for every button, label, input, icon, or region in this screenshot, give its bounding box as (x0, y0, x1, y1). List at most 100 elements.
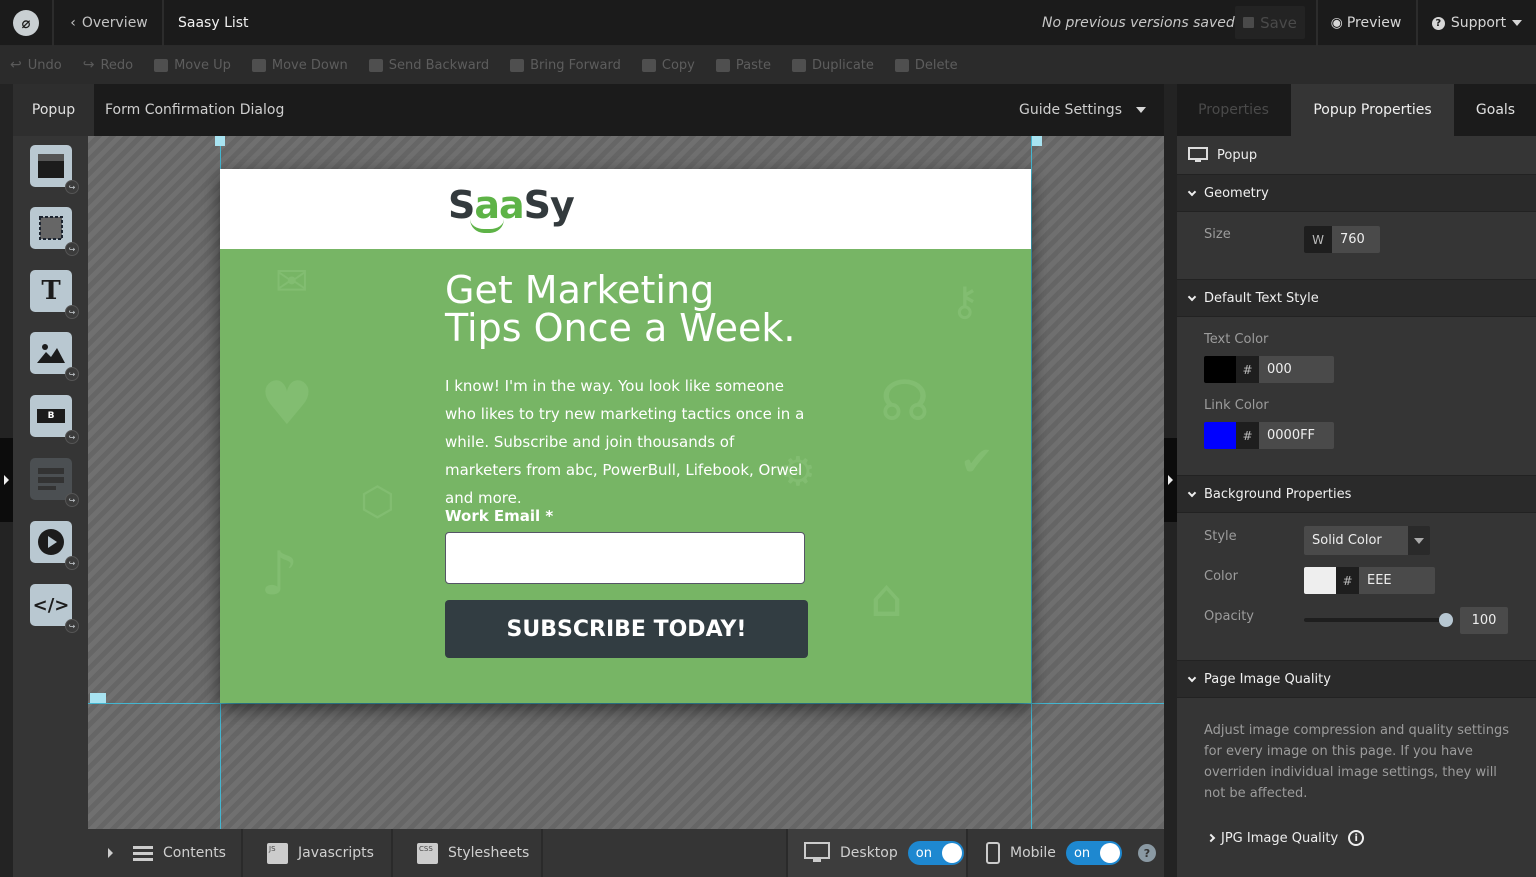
right-panel-toggle[interactable] (1164, 438, 1177, 522)
move-down-button[interactable]: Move Down (251, 58, 348, 73)
guide-handle-right[interactable] (1032, 136, 1042, 146)
tab-popup-properties[interactable]: Popup Properties (1291, 84, 1454, 136)
link-color-field[interactable]: # 0000FF (1204, 422, 1334, 449)
text-color-field[interactable]: # 000 (1204, 356, 1334, 383)
bg-color-field[interactable]: # EEE (1304, 567, 1435, 594)
text-tool[interactable]: T ↪ (30, 270, 79, 319)
opacity-slider[interactable] (1304, 613, 1453, 627)
chevron-down-icon (1187, 673, 1197, 682)
jpg-quality-toggle[interactable]: JPG Image Quality i (1206, 830, 1365, 846)
save-icon (1243, 17, 1255, 28)
mobile-toggle[interactable]: on (1065, 841, 1122, 865)
caret-down-icon (1414, 537, 1424, 544)
geometry-section-header[interactable]: Geometry (1177, 174, 1536, 212)
send-backward-label: Send Backward (388, 57, 490, 73)
mobile-view[interactable]: Mobile on ? (968, 829, 1164, 877)
work-email-label: Work Email * (445, 507, 554, 525)
link-color-swatch[interactable] (1204, 422, 1236, 449)
tab-properties[interactable]: Properties (1177, 84, 1290, 136)
hash-label: # (1336, 567, 1359, 594)
text-icon: T (41, 276, 61, 306)
undo-button[interactable]: ↩ Undo (10, 57, 62, 73)
delete-button[interactable]: Delete (894, 58, 958, 73)
work-email-input[interactable] (445, 532, 805, 584)
width-prefix: W (1304, 226, 1332, 253)
desktop-view[interactable]: Desktop on (786, 829, 968, 877)
form-tool[interactable]: ↪ (30, 458, 79, 507)
desktop-toggle[interactable]: on (907, 841, 964, 865)
desktop-icon (804, 842, 830, 862)
element-title-label: Popup (1217, 147, 1258, 163)
element-title: Popup (1177, 136, 1536, 174)
code-icon: </> (32, 594, 70, 616)
video-tool[interactable]: ↪ (30, 521, 79, 570)
guide-settings-dropdown[interactable]: Guide Settings (1019, 84, 1146, 136)
opacity-slider-handle[interactable] (1439, 613, 1453, 627)
save-button[interactable]: Save (1235, 6, 1305, 39)
text-color-label: Text Color (1204, 332, 1269, 347)
page-name: Saasy List (178, 15, 249, 31)
text-color-swatch[interactable] (1204, 356, 1236, 383)
stylesheets-label: Stylesheets (448, 845, 530, 861)
opacity-field[interactable]: 100 (1460, 607, 1508, 634)
subscribe-button[interactable]: SUBSCRIBE TODAY! (445, 600, 808, 658)
background-section: Style Solid Color Color # EEE Opacity 10… (1177, 514, 1536, 660)
overview-back-button[interactable]: ‹ Overview (56, 0, 164, 46)
background-section-header[interactable]: Background Properties (1177, 475, 1536, 513)
button-tool[interactable]: B ↪ (30, 395, 79, 444)
box-tool[interactable]: ↪ (30, 207, 79, 256)
section-tool[interactable]: ↪ (30, 145, 79, 194)
guide-line-right[interactable] (1031, 136, 1032, 829)
element-tools: ↪ ↪ T ↪ ↪ B ↪ ↪ ↪ </> ↪ (13, 136, 88, 877)
bg-color-swatch[interactable] (1304, 567, 1336, 594)
opacity-value[interactable]: 100 (1460, 607, 1508, 634)
left-panel-toggle[interactable] (0, 438, 13, 522)
image-tool[interactable]: ↪ (30, 332, 79, 381)
link-color-value[interactable]: 0000FF (1259, 422, 1334, 449)
tab-popup[interactable]: Popup (13, 84, 94, 136)
info-icon[interactable]: i (1348, 830, 1365, 846)
preview-label: Preview (1346, 15, 1402, 31)
top-bar: ⌀ ‹ Overview Saasy List No previous vers… (0, 0, 1536, 46)
copy-button[interactable]: Copy (641, 58, 695, 73)
envelope-icon: ✉ (275, 259, 309, 305)
bring-forward-button[interactable]: Bring Forward (510, 58, 621, 73)
popup-preview[interactable]: SaaSy ✉ ♥ ♪ ☊ ⌂ ✔ ⚷ ⚙ ⬡ Get Marketing Tip… (220, 169, 1031, 703)
move-up-icon (154, 58, 169, 72)
guide-line-bottom[interactable] (88, 703, 1164, 704)
guide-handle-left[interactable] (215, 136, 225, 146)
paste-button[interactable]: Paste (715, 58, 771, 73)
style-select[interactable]: Solid Color (1304, 526, 1430, 555)
image-quality-section: Adjust image compression and quality set… (1177, 699, 1536, 877)
editor-canvas[interactable]: SaaSy ✉ ♥ ♪ ☊ ⌂ ✔ ⚷ ⚙ ⬡ Get Marketing Tip… (88, 136, 1164, 829)
width-value[interactable]: 760 (1332, 226, 1380, 253)
text-style-section: Text Color # 000 Link Color # 0000FF (1177, 318, 1536, 474)
monitor-icon (1188, 147, 1208, 162)
move-up-button[interactable]: Move Up (154, 58, 231, 73)
button-icon: B (37, 409, 65, 423)
stylesheets-button[interactable]: CSS Stylesheets (393, 829, 543, 877)
contents-button[interactable]: Contents (88, 829, 243, 877)
redo-button[interactable]: ↪ Redo (83, 57, 133, 73)
preview-button[interactable]: ◉ Preview (1316, 0, 1414, 46)
edit-toolbar: ↩ Undo ↪ Redo Move Up Move Down Send Backw… (0, 46, 1536, 84)
text-color-value[interactable]: 000 (1259, 356, 1334, 383)
width-field[interactable]: W 760 (1304, 226, 1380, 253)
bg-color-value[interactable]: EEE (1359, 567, 1435, 594)
duplicate-button[interactable]: Duplicate (791, 58, 874, 73)
support-menu[interactable]: ? Support (1416, 0, 1536, 46)
image-quality-section-header[interactable]: Page Image Quality (1177, 660, 1536, 698)
send-backward-button[interactable]: Send Backward (368, 57, 490, 73)
versions-status: No previous versions saved (1042, 15, 1235, 31)
javascripts-button[interactable]: JS Javascripts (243, 829, 393, 877)
text-style-title: Default Text Style (1204, 290, 1319, 306)
share-icon: ↪ (65, 619, 79, 633)
tab-goals[interactable]: Goals (1455, 84, 1536, 136)
app-logo[interactable]: ⌀ (0, 0, 54, 46)
panel-tabs: Properties Popup Properties Goals (1177, 84, 1536, 136)
custom-html-tool[interactable]: </> ↪ (30, 584, 79, 633)
guide-handle-bottom[interactable] (90, 693, 106, 703)
help-icon[interactable]: ? (1137, 844, 1156, 862)
save-label: Save (1260, 13, 1297, 32)
text-style-section-header[interactable]: Default Text Style (1177, 279, 1536, 317)
